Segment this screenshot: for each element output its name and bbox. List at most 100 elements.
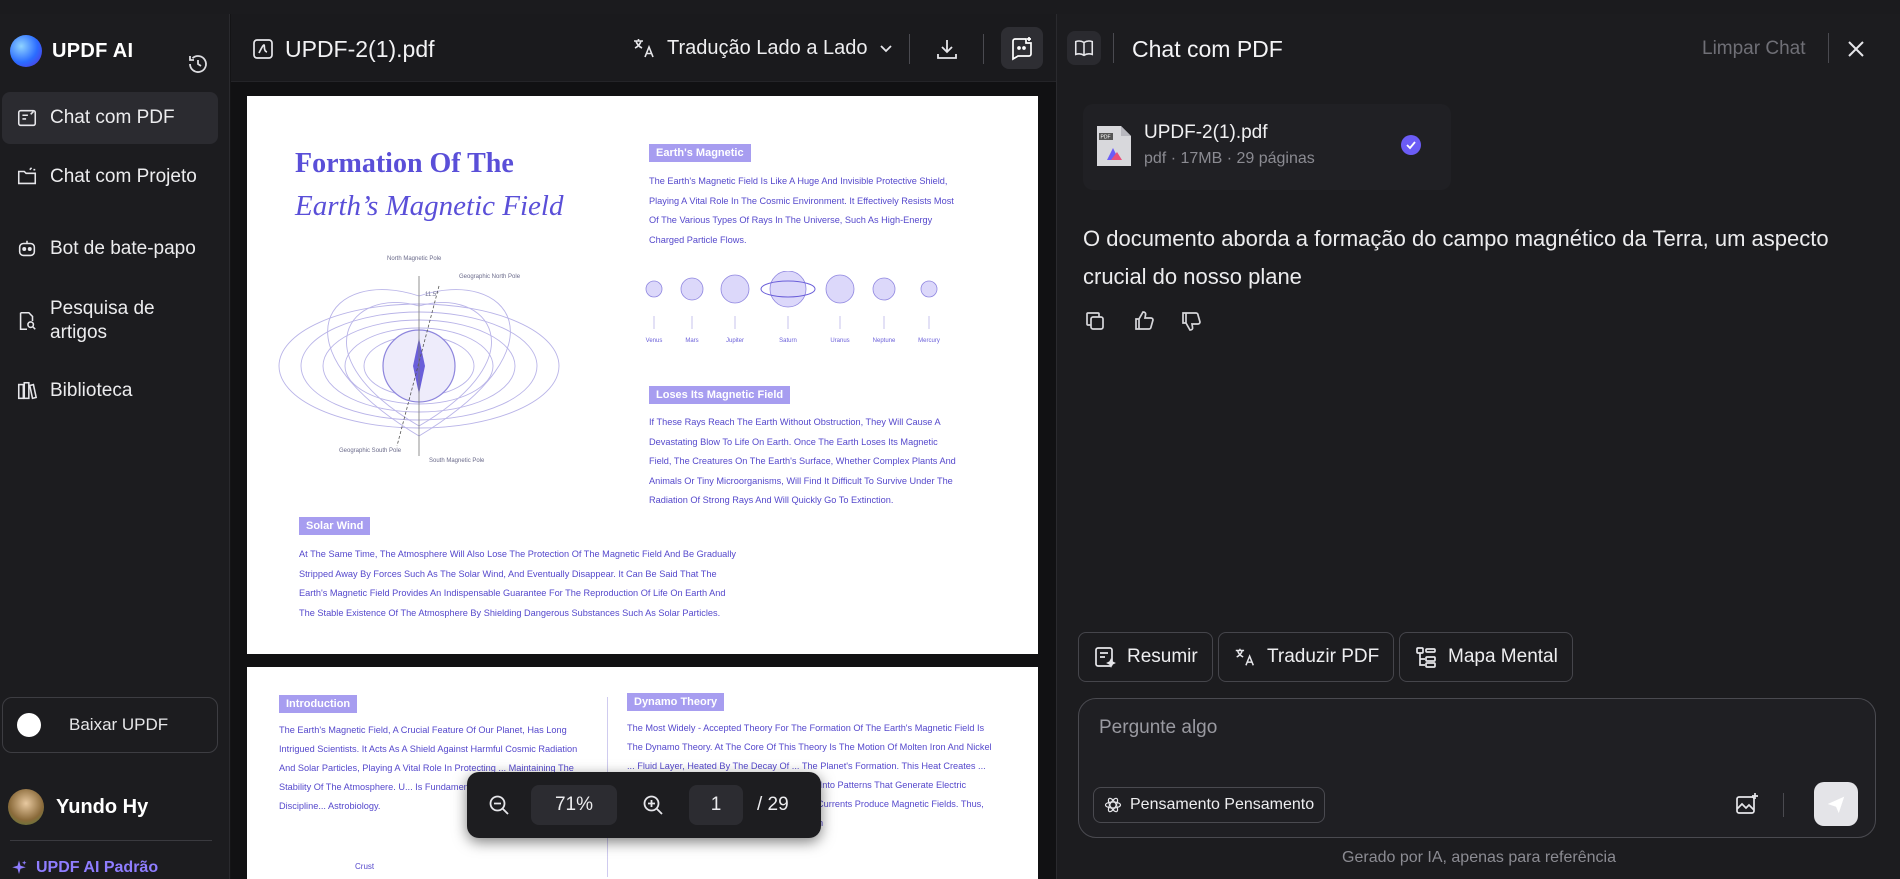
bot-icon	[18, 240, 36, 257]
input-divider	[1783, 793, 1784, 817]
sidebar-item-label: Pesquisa de artigos	[50, 298, 155, 343]
crust-label: Crust	[355, 862, 375, 871]
pdf-viewer: UPDF-2(1).pdf Tradução Lado a Lado Forma…	[231, 14, 1056, 879]
book-icon	[1074, 40, 1094, 57]
thinking-mode-button[interactable]: Pensamento Pensamento	[1093, 787, 1326, 823]
section-text: If These Rays Reach The Earth Without Ob…	[649, 417, 956, 505]
book-button[interactable]	[1067, 31, 1101, 65]
section-text: At The Same Time, The Atmosphere Will Al…	[299, 549, 736, 618]
thumbs-up-icon[interactable]	[1132, 309, 1156, 333]
svg-text:PDF: PDF	[1101, 135, 1111, 141]
translate-icon	[1235, 648, 1254, 666]
updf-logo-icon	[10, 35, 42, 67]
pdf-page-title: Formation Of The Earth’s Magnetic Field	[295, 148, 563, 223]
image-upload-icon[interactable]	[1734, 791, 1760, 817]
brand-name: UPDF AI	[52, 39, 134, 62]
zoom-toolbar: 71% 1 / 29	[467, 772, 821, 838]
chat-panel: Chat com PDF Limpar Chat PDF UPDF-2(1).p…	[1056, 14, 1900, 879]
summarize-icon	[1095, 647, 1116, 668]
page-number-input[interactable]: 1	[689, 785, 743, 825]
section-tag: Dynamo Theory	[627, 693, 725, 711]
title-strip	[0, 0, 1900, 14]
sidebar-divider	[10, 840, 212, 841]
attached-file-meta: pdf · 17MB · 29 páginas	[1144, 150, 1315, 167]
user-name: Yundo Hy	[56, 795, 149, 818]
close-icon[interactable]	[1845, 38, 1867, 60]
page-total: / 29	[757, 794, 789, 815]
planet-label: Uranus	[830, 338, 849, 344]
download-updf-button[interactable]: Baixar UPDF	[2, 697, 218, 753]
sidebar-item-chat-pdf[interactable]: Chat com PDF	[2, 92, 218, 144]
sidebar: UPDF AI Chat com PDF Chat com Projeto Bo…	[0, 14, 230, 879]
sidebar-item-label: Bot de bate-papo	[50, 238, 196, 259]
clear-chat-button[interactable]: Limpar Chat	[1702, 38, 1806, 60]
label-south-magnetic: South Magnetic Pole	[429, 458, 485, 464]
mind-map-button[interactable]: Mapa Mental	[1399, 632, 1573, 682]
download-icon[interactable]	[934, 36, 960, 62]
atom-icon	[1104, 797, 1122, 813]
app-window: UPDF AI Chat com PDF Chat com Projeto Bo…	[0, 0, 1900, 879]
thinking-mode-label: Pensamento Pensamento	[1130, 796, 1315, 813]
chat-title: Chat com PDF	[1132, 36, 1283, 62]
chevron-down-icon	[879, 45, 892, 53]
copy-icon[interactable]	[1083, 309, 1107, 333]
mind-map-icon	[1416, 647, 1436, 668]
mind-map-label: Mapa Mental	[1448, 646, 1558, 667]
section-text: The Earth's Magnetic Field Is Like A Hug…	[649, 176, 954, 245]
zoom-out-icon[interactable]	[487, 793, 511, 817]
folder-chat-icon	[17, 167, 37, 185]
planet-label: Mercury	[918, 338, 940, 344]
translate-pdf-label: Traduzir PDF	[1267, 646, 1380, 667]
summarize-label: Resumir	[1127, 646, 1198, 667]
pdf-page-1: Formation Of The Earth’s Magnetic Field	[247, 96, 1038, 654]
planet-label: Jupiter	[726, 338, 744, 344]
ai-answer-text: O documento aborda a formação do campo m…	[1083, 226, 1829, 289]
zoom-level-field[interactable]: 71%	[531, 785, 617, 825]
translate-mode-dropdown[interactable]: Tradução Lado a Lado	[631, 35, 894, 61]
brand: UPDF AI	[10, 34, 133, 68]
planets-diagram: Venus Mars Jupiter Saturn Uranus Neptune…	[645, 271, 940, 344]
chat-header-divider	[1828, 33, 1829, 63]
planet-label: Mars	[685, 338, 698, 344]
chat-input-box: Pensamento Pensamento	[1078, 698, 1876, 838]
translate-icon	[634, 39, 654, 58]
sidebar-item-research[interactable]: Pesquisa de artigos	[2, 290, 218, 352]
translate-pdf-button[interactable]: Traduzir PDF	[1218, 632, 1395, 682]
section-tag: Solar Wind	[299, 517, 371, 535]
header-divider	[909, 34, 910, 64]
pdf-header: UPDF-2(1).pdf Tradução Lado a Lado	[231, 14, 1056, 82]
ai-chat-icon	[1012, 37, 1032, 61]
search-doc-icon	[19, 311, 36, 331]
plan-label: UPDF AI Padrão	[36, 859, 159, 876]
history-icon[interactable]	[186, 52, 210, 76]
pdf-file-icon	[253, 39, 273, 59]
section-tag: Earth's Magnetic	[649, 144, 751, 162]
sidebar-item-chat-project[interactable]: Chat com Projeto	[2, 152, 218, 202]
chat-header-divider	[1113, 33, 1114, 63]
chat-input[interactable]	[1099, 717, 1799, 739]
pdf-file-name: UPDF-2(1).pdf	[285, 36, 435, 62]
magnetic-field-diagram: North Magnetic Pole Geographic North Pol…	[278, 256, 560, 464]
check-icon	[1401, 135, 1421, 155]
attached-file-card[interactable]: PDF UPDF-2(1).pdf pdf · 17MB · 29 página…	[1083, 104, 1451, 190]
header-divider	[983, 34, 984, 64]
avatar	[8, 789, 44, 825]
sidebar-item-label: Chat com PDF	[50, 107, 175, 128]
label-north-magnetic: North Magnetic Pole	[387, 256, 442, 262]
sidebar-item-chatbot[interactable]: Bot de bate-papo	[2, 224, 218, 274]
planet-label: Neptune	[873, 338, 896, 344]
library-icon	[17, 381, 38, 400]
thumbs-down-icon[interactable]	[1179, 309, 1203, 333]
send-button[interactable]	[1814, 782, 1858, 826]
section-tag: Introduction	[279, 695, 358, 713]
sparkle-icon	[12, 860, 27, 874]
user-profile[interactable]: Yundo Hy	[8, 789, 148, 825]
planet-label: Saturn	[779, 338, 797, 344]
plan-badge[interactable]: UPDF AI Padrão	[10, 859, 158, 877]
pdf-title-line1: Formation Of The	[295, 148, 514, 179]
summarize-button[interactable]: Resumir	[1078, 632, 1213, 682]
zoom-in-icon[interactable]	[641, 793, 665, 817]
section-tag: Loses Its Magnetic Field	[649, 386, 791, 404]
sidebar-item-library[interactable]: Biblioteca	[2, 366, 218, 416]
ai-chat-toggle-button[interactable]	[1001, 27, 1043, 69]
